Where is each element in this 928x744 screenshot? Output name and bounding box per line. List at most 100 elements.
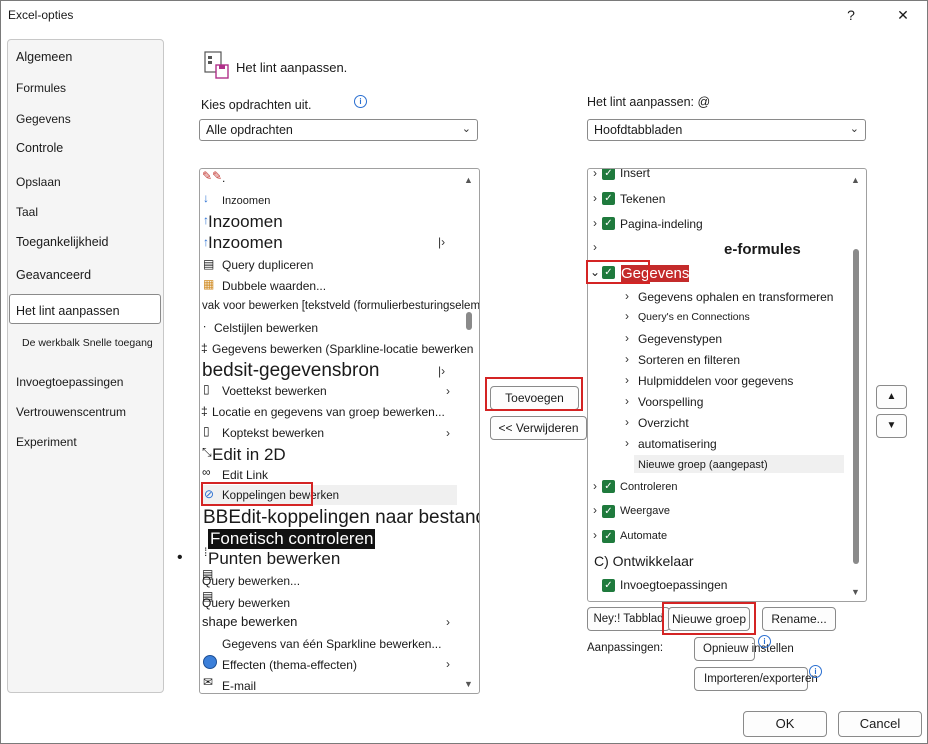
list-item[interactable]: Locatie en gegevens van groep bewerken..…	[212, 405, 445, 419]
nav-item-controle[interactable]: Controle	[16, 141, 63, 155]
tree-item-invoegtoepassingen[interactable]: Invoegtoepassingen	[620, 578, 727, 592]
list-item[interactable]: E-mail	[222, 679, 256, 693]
tree-item-pagina-indeling[interactable]: Pagina-indeling	[620, 217, 703, 231]
list-item[interactable]: Inzoomen	[208, 212, 283, 232]
checkbox-checked-icon[interactable]: ✓	[602, 169, 615, 180]
reset-button[interactable]: Opnieuw instellen	[694, 637, 794, 661]
ribbon-tabs-value: Hoofdtabbladen	[594, 123, 683, 137]
info-icon[interactable]: i	[354, 95, 367, 108]
list-item[interactable]: Dubbele waarden...	[222, 279, 326, 293]
chevron-right-icon: ›	[446, 384, 450, 398]
list-item[interactable]: Inzoomen	[222, 195, 270, 207]
ribbon-tabs-select[interactable]: Hoofdtabbladen ⌄	[587, 119, 866, 141]
checkbox-checked-icon[interactable]: ✓	[602, 217, 615, 230]
ribbon-tree[interactable]: › ✓ Insert › ✓ Tekenen › ✓ Pagina-indeli…	[587, 168, 867, 602]
nav-item-algemeen[interactable]: Algemeen	[16, 50, 72, 64]
nav-item-experiment[interactable]: Experiment	[16, 435, 77, 449]
list-item[interactable]: shape bewerken	[202, 614, 297, 629]
list-item[interactable]: vak voor bewerken [tekstveld (formulierb…	[202, 300, 479, 312]
list-item[interactable]: Query bewerken...	[202, 574, 300, 588]
commands-list[interactable]: ✎✎ . ↓ Inzoomen ↑ Inzoomen ↑ Inzoomen |›…	[199, 168, 480, 694]
sparkline-icon: ‡	[201, 341, 208, 355]
chevron-right-icon: ›	[446, 426, 450, 440]
list-item[interactable]: Query bewerken	[202, 596, 290, 610]
highlight-box	[485, 377, 583, 411]
tree-item-gegevens-ophalen[interactable]: Gegevens ophalen en transformeren	[638, 290, 833, 304]
nav-item-het-lint-aanpassen[interactable]: Het lint aanpassen	[16, 304, 120, 318]
info-icon[interactable]: i	[809, 665, 822, 678]
close-button[interactable]: ✕	[891, 5, 915, 25]
scroll-down-arrow[interactable]: ▼	[464, 679, 473, 689]
checkbox-checked-icon[interactable]: ✓	[602, 579, 615, 592]
list-item[interactable]: Edit Link	[222, 468, 268, 482]
list-item[interactable]: Gegevens bewerken (Sparkline-locatie bew…	[212, 342, 473, 356]
help-button[interactable]: ?	[839, 5, 863, 25]
tree-item-sorteren-filteren[interactable]: Sorteren en filteren	[638, 353, 740, 367]
nav-item-opslaan[interactable]: Opslaan	[16, 175, 61, 189]
list-item[interactable]: Voettekst bewerken	[222, 384, 327, 398]
nav-item-gegevens[interactable]: Gegevens	[16, 112, 71, 126]
checkbox-checked-icon[interactable]: ✓	[602, 505, 615, 518]
chevron-right-icon: ›	[625, 352, 629, 366]
ribbon-customize-icon	[202, 50, 230, 80]
chevron-right-icon: ›	[625, 415, 629, 429]
list-item[interactable]: BBEdit-koppelingen naar bestanden	[203, 507, 479, 529]
scroll-up-arrow[interactable]: ▲	[464, 175, 473, 185]
info-icon[interactable]: i	[758, 635, 771, 648]
list-item[interactable]: Celstijlen bewerken	[214, 321, 318, 335]
list-item[interactable]: Punten bewerken	[208, 549, 340, 569]
tree-item-ontwikkelaar[interactable]: C) Ontwikkelaar	[594, 553, 694, 569]
nav-item-vertrouwenscentrum[interactable]: Vertrouwenscentrum	[16, 405, 126, 419]
nav-item-formules[interactable]: Formules	[16, 81, 66, 95]
effects-icon	[203, 655, 217, 669]
chevron-right-icon: ›	[593, 240, 597, 254]
tree-item-automate[interactable]: Automate	[620, 530, 667, 542]
nav-item-geavanceerd[interactable]: Geavanceerd	[16, 268, 91, 282]
checkbox-checked-icon[interactable]: ✓	[602, 480, 615, 493]
import-export-button[interactable]: Importeren/exporteren	[694, 667, 818, 691]
rename-button[interactable]: Rename...	[762, 607, 836, 631]
list-item[interactable]: .	[222, 171, 225, 185]
tree-item-nieuwe-groep[interactable]: Nieuwe groep (aangepast)	[638, 459, 768, 471]
move-down-button[interactable]: ▼	[876, 414, 907, 438]
nav-item-werkbalk-snelle-toegang[interactable]: De werkbalk Snelle toegang	[22, 337, 153, 349]
nav-item-toegankelijkheid[interactable]: Toegankelijkheid	[16, 235, 108, 249]
list-item[interactable]: Gegevens van één Sparkline bewerken...	[222, 637, 441, 651]
chevron-right-icon: ›	[625, 373, 629, 387]
cancel-button[interactable]: Cancel	[838, 711, 922, 737]
move-up-button[interactable]: ▲	[876, 385, 907, 409]
ok-button[interactable]: OK	[743, 711, 827, 737]
remove-button[interactable]: << Verwijderen	[490, 416, 587, 440]
scroll-down-arrow[interactable]: ▼	[851, 587, 860, 597]
tree-item-hulpmiddelen[interactable]: Hulpmiddelen voor gegevens	[638, 374, 793, 388]
list-item[interactable]: Fonetisch controleren	[208, 529, 376, 549]
tree-item-voorspelling[interactable]: Voorspelling	[638, 395, 703, 409]
tree-item-formules[interactable]: e-formules	[724, 241, 801, 258]
checkbox-checked-icon[interactable]: ✓	[602, 530, 615, 543]
chevron-right-icon: |›	[438, 235, 446, 249]
tree-item-gegevenstypen[interactable]: Gegevenstypen	[638, 332, 722, 346]
list-item[interactable]: Koptekst bewerken	[222, 426, 324, 440]
tree-item-overzicht[interactable]: Overzicht	[638, 416, 689, 430]
nav-item-taal[interactable]: Taal	[16, 205, 38, 219]
tree-item-weergave[interactable]: Weergave	[620, 505, 670, 517]
scrollbar-thumb[interactable]	[853, 249, 859, 564]
tree-item-tekenen[interactable]: Tekenen	[620, 192, 665, 206]
tree-item-queries-connections[interactable]: Query's en Connections	[638, 311, 750, 323]
list-item[interactable]: Query dupliceren	[222, 258, 313, 272]
new-tab-button[interactable]: Ney:! Tabblad	[587, 607, 670, 631]
checkbox-checked-icon[interactable]: ✓	[602, 192, 615, 205]
list-item[interactable]: bedsit-gegevensbron	[202, 360, 379, 382]
email-icon: ✉	[203, 675, 214, 689]
list-item[interactable]: Edit in 2D	[212, 445, 286, 465]
tree-item-automatisering[interactable]: automatisering	[638, 437, 717, 451]
nav-item-invoegtoepassingen[interactable]: Invoegtoepassingen	[16, 375, 123, 389]
tree-item-insert[interactable]: Insert	[620, 169, 650, 180]
chevron-right-icon: ›	[593, 191, 597, 205]
scroll-up-arrow[interactable]: ▲	[851, 175, 860, 185]
scrollbar-thumb[interactable]	[466, 312, 472, 330]
list-item[interactable]: Effecten (thema-effecten)	[222, 658, 357, 672]
tree-item-controleren[interactable]: Controleren	[620, 481, 677, 493]
commands-from-select[interactable]: Alle opdrachten ⌄	[199, 119, 478, 141]
list-item[interactable]: Inzoomen	[208, 233, 283, 253]
